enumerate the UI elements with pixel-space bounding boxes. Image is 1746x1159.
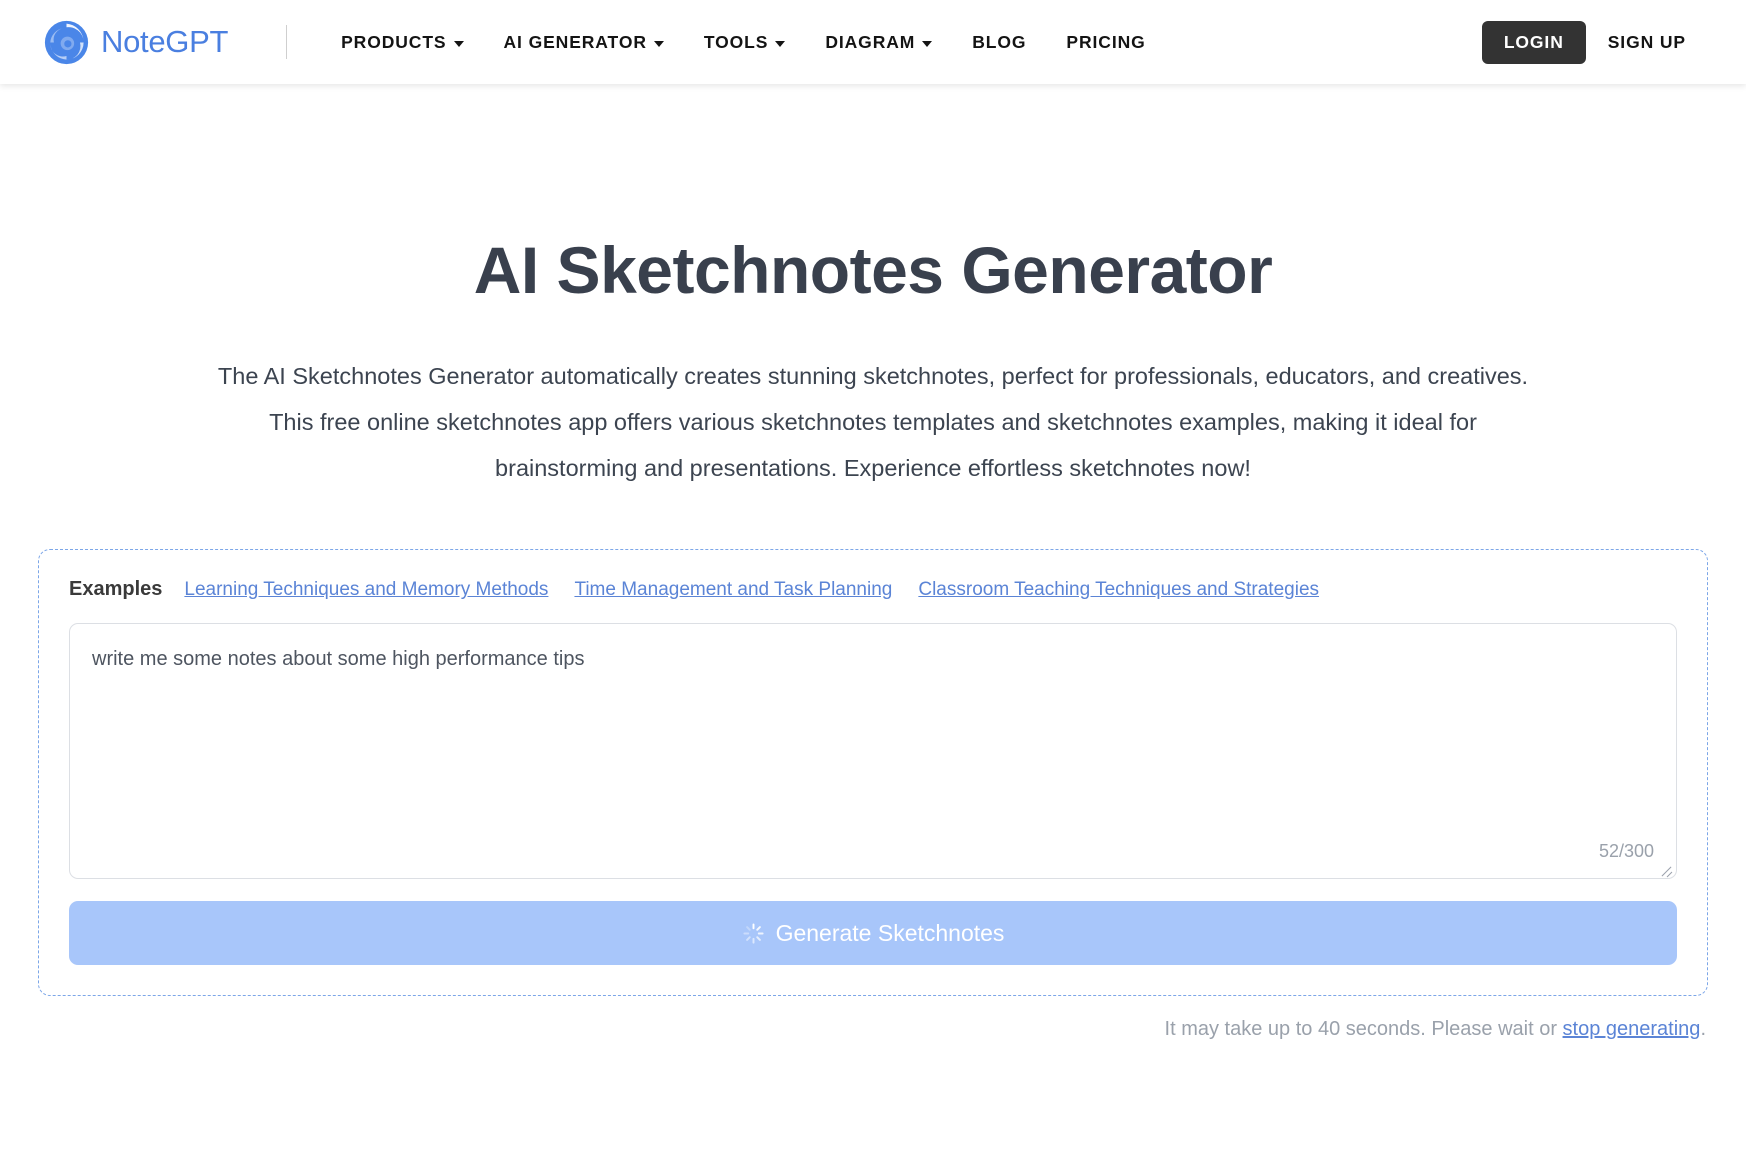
main-navigation: PRODUCTS AI GENERATOR TOOLS DIAGRAM BLOG… <box>321 32 1166 53</box>
generate-sketchnotes-button[interactable]: Generate Sketchnotes <box>69 901 1677 966</box>
examples-row: Examples Learning Techniques and Memory … <box>69 578 1677 601</box>
header-actions: LOGIN SIGN UP <box>1481 20 1710 64</box>
generator-panel: Examples Learning Techniques and Memory … <box>38 549 1708 997</box>
status-text: It may take up to 40 seconds. Please wai… <box>1164 1018 1563 1041</box>
stop-generating-link[interactable]: stop generating <box>1563 1018 1701 1040</box>
generation-status: It may take up to 40 seconds. Please wai… <box>36 1018 1710 1041</box>
header-divider <box>286 25 288 59</box>
page-main: AI Sketchnotes Generator The AI Sketchno… <box>0 232 1746 1041</box>
nav-label: AI GENERATOR <box>503 31 647 52</box>
chevron-down-icon <box>653 40 664 47</box>
page-title: AI Sketchnotes Generator <box>473 233 1273 307</box>
nav-item-diagram[interactable]: DIAGRAM <box>805 32 952 53</box>
generate-button-label: Generate Sketchnotes <box>775 919 1005 946</box>
loading-spinner-icon <box>742 922 765 945</box>
swirl-logo-icon <box>44 20 89 65</box>
resize-handle-icon[interactable] <box>1659 861 1673 875</box>
nav-label: TOOLS <box>703 31 769 52</box>
prompt-field-wrapper: 52/300 <box>69 623 1677 880</box>
chevron-down-icon <box>775 40 786 47</box>
prompt-input[interactable] <box>70 624 1676 879</box>
nav-item-ai-generator[interactable]: AI GENERATOR <box>484 32 684 53</box>
status-suffix: . <box>1700 1018 1706 1041</box>
example-link-classroom-teaching[interactable]: Classroom Teaching Techniques and Strate… <box>918 579 1323 601</box>
example-link-learning-techniques[interactable]: Learning Techniques and Memory Methods <box>184 579 552 601</box>
nav-label: PRODUCTS <box>341 31 447 52</box>
example-link-time-management[interactable]: Time Management and Task Planning <box>574 579 896 601</box>
brand-name: NoteGPT <box>101 24 229 59</box>
nav-item-products[interactable]: PRODUCTS <box>321 32 483 53</box>
chevron-down-icon <box>922 40 933 47</box>
signup-link[interactable]: SIGN UP <box>1594 21 1700 64</box>
nav-item-tools[interactable]: TOOLS <box>684 32 805 53</box>
nav-label: PRICING <box>1066 31 1146 52</box>
nav-label: BLOG <box>972 31 1027 52</box>
site-header: NoteGPT PRODUCTS AI GENERATOR TOOLS DIAG… <box>0 0 1746 84</box>
brand-logo-link[interactable]: NoteGPT <box>44 20 228 65</box>
nav-label: DIAGRAM <box>825 31 916 52</box>
page-description: The AI Sketchnotes Generator automatical… <box>217 363 1529 481</box>
nav-item-pricing[interactable]: PRICING <box>1046 32 1165 53</box>
nav-item-blog[interactable]: BLOG <box>952 32 1046 53</box>
login-button[interactable]: LOGIN <box>1481 20 1586 64</box>
examples-label: Examples <box>69 578 163 601</box>
chevron-down-icon <box>453 40 464 47</box>
